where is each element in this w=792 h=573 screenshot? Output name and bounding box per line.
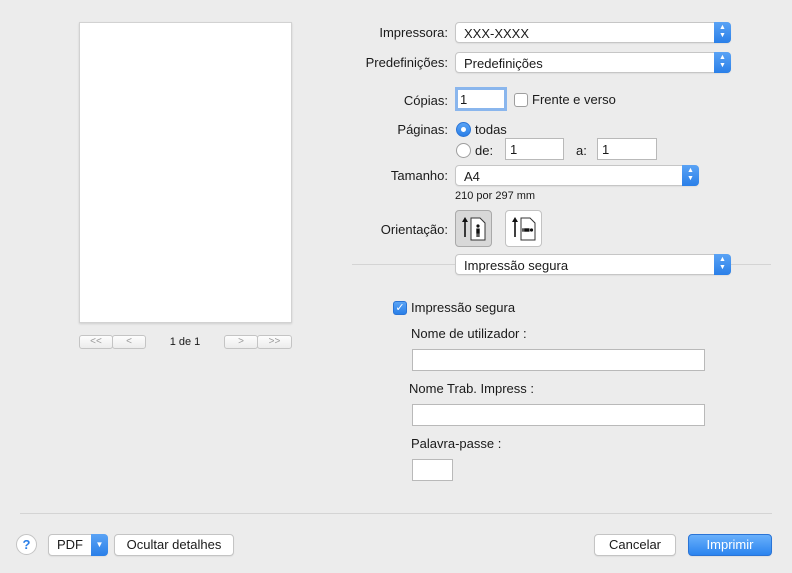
previous-page-button[interactable]: <	[112, 335, 146, 349]
secure-print-checkbox[interactable]: ✓	[393, 301, 407, 315]
pages-from-field[interactable]	[505, 138, 564, 160]
checkmark-icon: ✓	[395, 302, 405, 314]
job-name-field[interactable]	[412, 404, 705, 426]
landscape-orientation-button[interactable]	[505, 210, 542, 247]
previous-page-icon: <	[126, 336, 132, 347]
copies-label: Cópias:	[403, 93, 448, 108]
popup-arrows-icon: ▲ ▼	[714, 22, 731, 43]
pages-to-label: a:	[576, 143, 587, 158]
pages-range-radio[interactable]	[456, 143, 471, 158]
last-page-icon: >>	[268, 336, 281, 347]
pages-label: Páginas:	[397, 122, 448, 137]
pdf-menu-button[interactable]: PDF ▼	[48, 534, 108, 556]
printer-label: Impressora:	[379, 25, 448, 40]
printer-value: XXX-XXXX	[464, 26, 530, 41]
page-preview	[79, 22, 292, 323]
presets-label: Predefinições:	[365, 55, 448, 70]
next-page-icon: >	[238, 336, 244, 347]
password-field[interactable]	[412, 459, 453, 481]
secure-print-label: Impressão segura	[411, 300, 516, 315]
portrait-orientation-button[interactable]	[455, 210, 492, 247]
password-label: Palavra-passe :	[411, 436, 502, 451]
two-sided-checkbox[interactable]	[514, 93, 528, 107]
first-page-button[interactable]: <<	[79, 335, 113, 349]
pages-all-label: todas	[475, 122, 507, 137]
orientation-label: Orientação:	[380, 222, 448, 237]
pages-range-label: de:	[475, 143, 494, 158]
first-page-icon: <<	[90, 336, 102, 347]
username-label: Nome de utilizador :	[411, 326, 527, 341]
paper-size-popup[interactable]: A4 ▲ ▼	[455, 165, 699, 186]
paper-size-label: Tamanho:	[390, 168, 448, 183]
printer-popup[interactable]: XXX-XXXX ▲ ▼	[455, 22, 731, 43]
popup-arrows-icon: ▲ ▼	[714, 52, 731, 73]
job-name-label: Nome Trab. Impress :	[409, 381, 534, 396]
pages-to-field[interactable]	[597, 138, 657, 160]
pdf-label: PDF	[57, 537, 83, 552]
print-button[interactable]: Imprimir	[688, 534, 772, 556]
copies-field[interactable]	[455, 87, 507, 111]
help-icon: ?	[22, 537, 31, 552]
hide-details-button[interactable]: Ocultar detalhes	[114, 534, 234, 556]
section-popup[interactable]: Impressão segura ▲ ▼	[455, 254, 731, 275]
portrait-icon	[462, 217, 486, 241]
footer-separator	[20, 513, 772, 514]
paper-dimensions: 210 por 297 mm	[455, 190, 536, 202]
last-page-button[interactable]: >>	[257, 335, 292, 349]
landscape-icon	[512, 217, 536, 241]
paper-size-value: A4	[464, 169, 480, 184]
presets-value: Predefinições	[464, 56, 543, 71]
help-button[interactable]: ?	[16, 534, 37, 555]
popup-arrows-icon: ▲ ▼	[714, 254, 731, 275]
page-count: 1 de 1	[169, 336, 201, 348]
presets-popup[interactable]: Predefinições ▲ ▼	[455, 52, 731, 73]
cancel-button[interactable]: Cancelar	[594, 534, 676, 556]
pages-all-radio[interactable]	[456, 122, 471, 137]
popup-arrows-icon: ▲ ▼	[682, 165, 699, 186]
chevron-down-icon: ▼	[91, 534, 108, 556]
next-page-button[interactable]: >	[224, 335, 258, 349]
section-popup-value: Impressão segura	[464, 258, 569, 273]
two-sided-label: Frente e verso	[532, 92, 616, 107]
username-field[interactable]	[412, 349, 705, 371]
